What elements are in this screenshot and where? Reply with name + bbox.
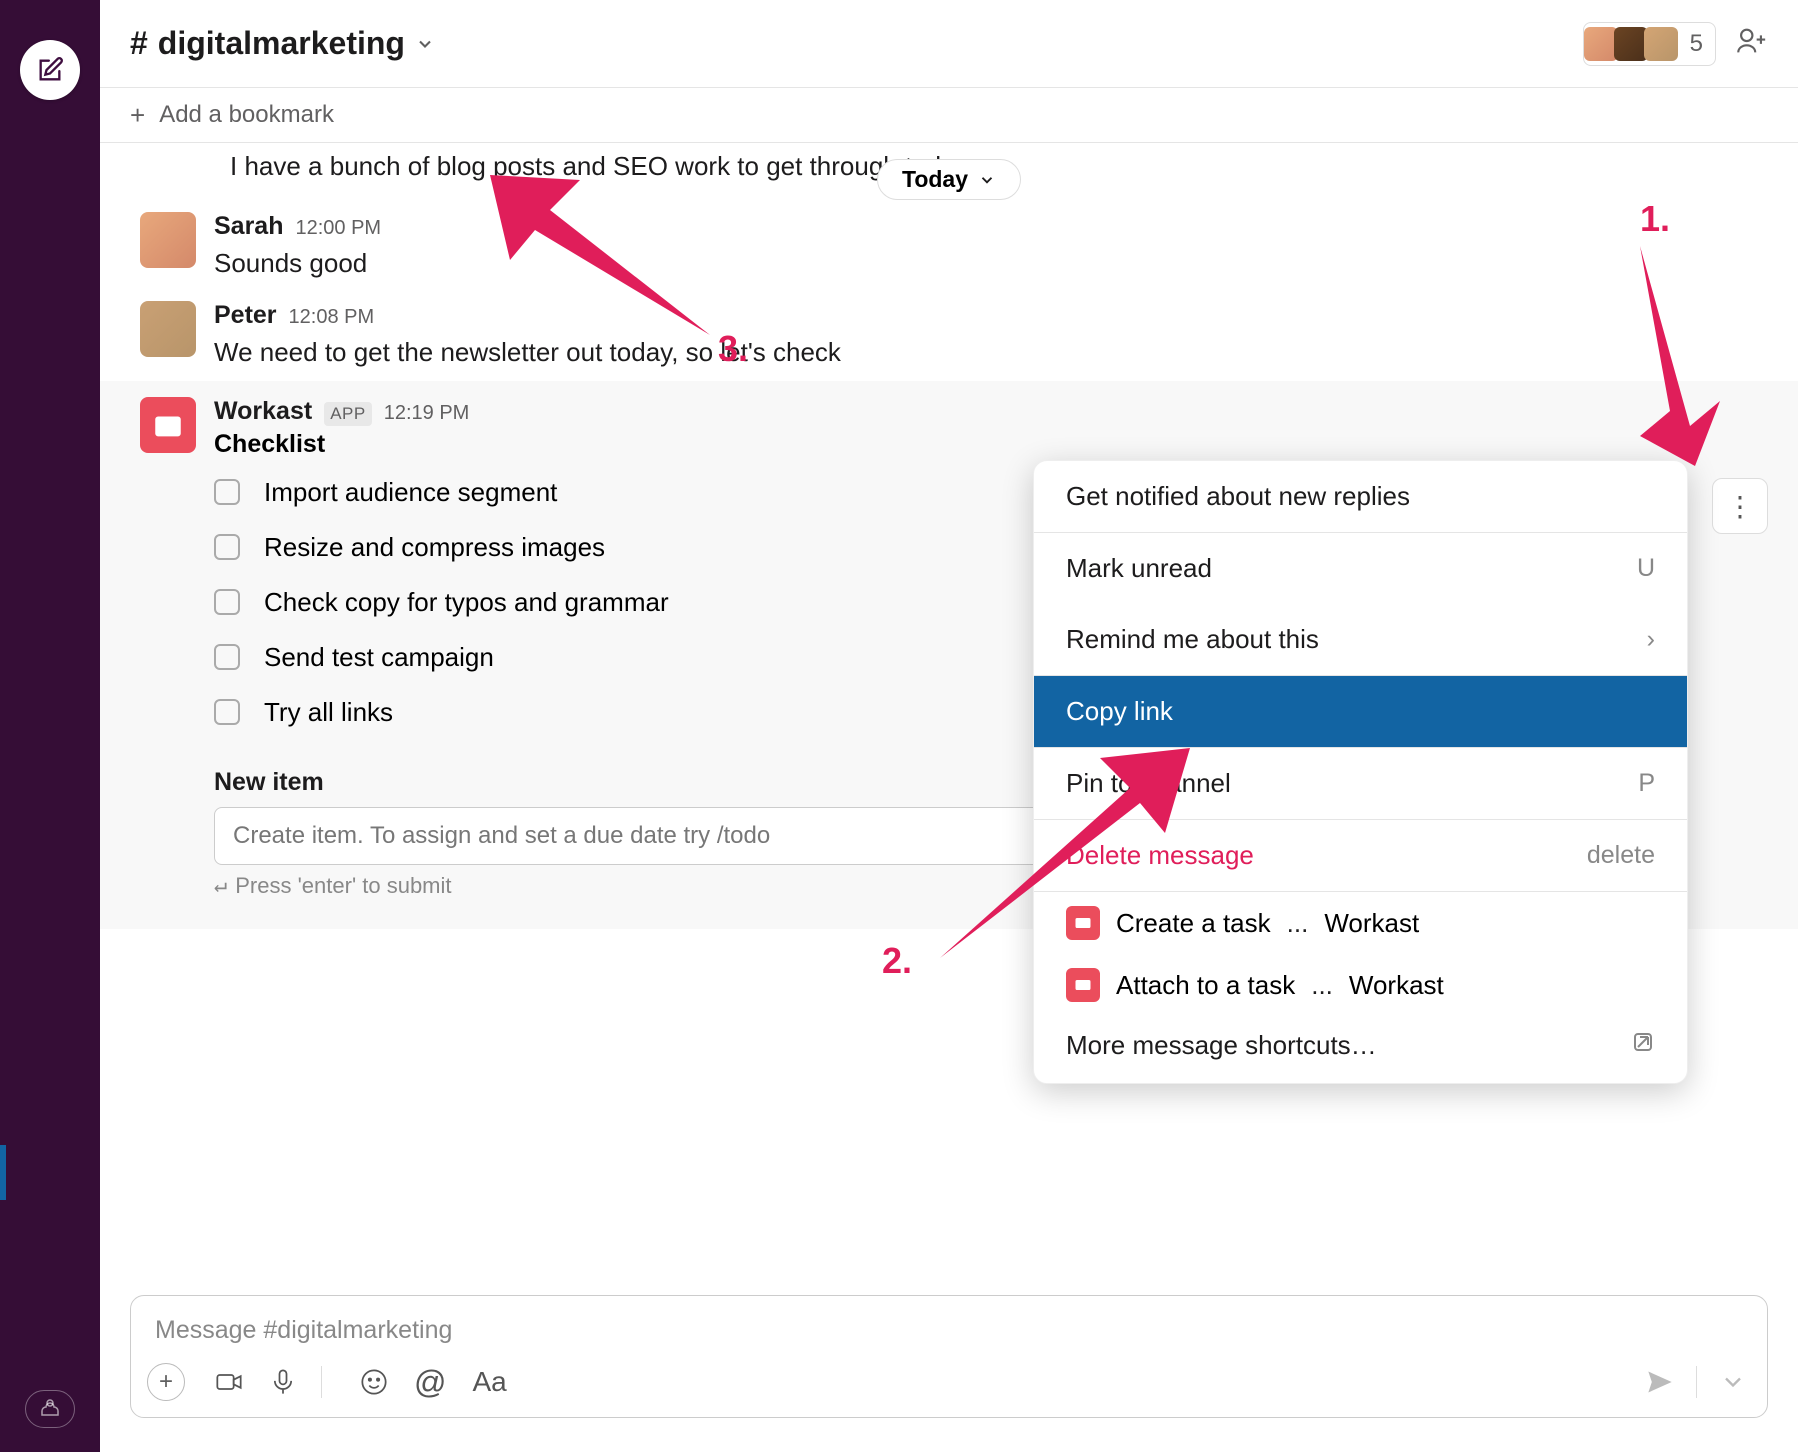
- chevron-right-icon: ›: [1647, 625, 1655, 654]
- date-separator[interactable]: Today: [877, 159, 1021, 200]
- app-badge: APP: [324, 402, 372, 426]
- mention-icon[interactable]: @: [414, 1364, 446, 1401]
- attach-button[interactable]: +: [147, 1363, 185, 1401]
- checkbox[interactable]: [214, 534, 240, 560]
- chevron-down-icon[interactable]: [1719, 1368, 1747, 1396]
- message-user[interactable]: Workast: [214, 397, 312, 426]
- microphone-icon[interactable]: [269, 1368, 297, 1396]
- message-composer[interactable]: Message #digitalmarketing + @ Aa: [130, 1295, 1768, 1418]
- message-time[interactable]: 12:00 PM: [295, 217, 381, 240]
- arrow-icon: [1600, 246, 1720, 471]
- channel-name-button[interactable]: #digitalmarketing: [130, 25, 435, 62]
- menu-mark-unread[interactable]: Mark unreadU: [1034, 533, 1687, 604]
- message-time[interactable]: 12:08 PM: [289, 306, 375, 329]
- sidebar-active-indicator: [0, 1145, 6, 1200]
- avatar[interactable]: [140, 301, 196, 357]
- format-button[interactable]: Aa: [472, 1366, 506, 1398]
- left-sidebar: [0, 0, 100, 1452]
- arrow-icon: [940, 738, 1190, 973]
- app-avatar[interactable]: [140, 397, 196, 453]
- checkbox[interactable]: [214, 589, 240, 615]
- message-user[interactable]: Peter: [214, 301, 277, 330]
- plus-icon: +: [130, 100, 145, 131]
- message-row: Peter 12:08 PM We need to get the newsle…: [100, 291, 1798, 380]
- arrow-icon: [490, 175, 730, 360]
- bookmark-bar[interactable]: + Add a bookmark: [100, 88, 1798, 143]
- checkbox[interactable]: [214, 479, 240, 505]
- checkbox[interactable]: [214, 699, 240, 725]
- message-row: Sarah 12:00 PM Sounds good: [100, 202, 1798, 291]
- avatar[interactable]: [140, 212, 196, 268]
- external-link-icon: [1631, 1030, 1655, 1054]
- annotation-1: 1.: [1640, 198, 1670, 240]
- avatar: [1614, 27, 1648, 61]
- avatar: [1644, 27, 1678, 61]
- channel-header: #digitalmarketing 5: [100, 0, 1798, 88]
- annotation-2: 2.: [882, 940, 912, 982]
- compose-button[interactable]: [20, 40, 80, 100]
- huddle-button[interactable]: [25, 1390, 75, 1428]
- workast-icon: [1066, 968, 1100, 1002]
- checklist-title: Checklist: [214, 430, 1768, 459]
- menu-copy-link[interactable]: Copy link: [1034, 676, 1687, 747]
- checkbox[interactable]: [214, 644, 240, 670]
- members-button[interactable]: 5: [1583, 22, 1716, 66]
- video-icon[interactable]: [215, 1368, 243, 1396]
- chevron-down-icon: [415, 34, 435, 54]
- add-person-button[interactable]: [1734, 24, 1768, 63]
- avatar: [1584, 27, 1618, 61]
- message-text: Sounds good: [214, 245, 1768, 281]
- send-button[interactable]: [1646, 1368, 1674, 1396]
- message-time[interactable]: 12:19 PM: [384, 402, 470, 425]
- message-user[interactable]: Sarah: [214, 212, 283, 241]
- composer-input[interactable]: Message #digitalmarketing: [131, 1296, 1767, 1347]
- main-panel: #digitalmarketing 5 + Add a b: [100, 0, 1798, 1452]
- more-actions-button[interactable]: ⋮: [1712, 478, 1768, 534]
- chevron-down-icon: [978, 171, 996, 189]
- emoji-icon[interactable]: [360, 1368, 388, 1396]
- menu-remind[interactable]: Remind me about this›: [1034, 604, 1687, 675]
- menu-get-notified[interactable]: Get notified about new replies: [1034, 461, 1687, 532]
- message-text: We need to get the newsletter out today,…: [214, 334, 1768, 370]
- menu-more-shortcuts[interactable]: More message shortcuts…: [1034, 1016, 1687, 1083]
